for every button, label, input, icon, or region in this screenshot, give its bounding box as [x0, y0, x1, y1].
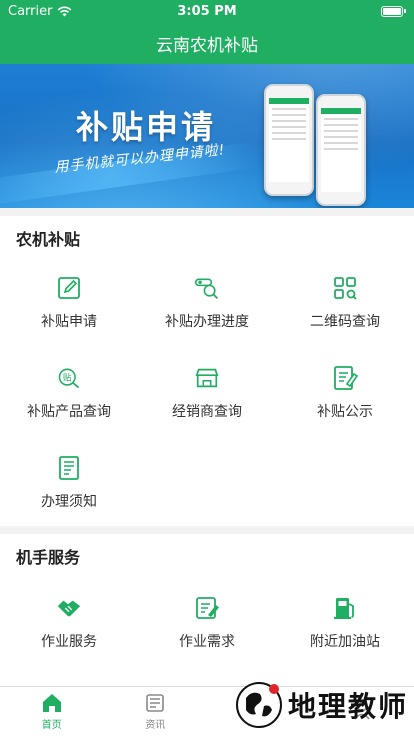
carrier-indicator: Carrier: [8, 4, 72, 19]
qr-code-icon: [332, 275, 358, 301]
edit-icon: [56, 275, 82, 301]
item-label: 补贴产品查询: [27, 404, 111, 420]
item-label: 作业服务: [41, 634, 97, 650]
notice-icon: [332, 365, 358, 391]
banner[interactable]: 补贴申请 用手机就可以办理申请啦!: [0, 64, 414, 208]
gas-station-icon: [332, 595, 358, 621]
carrier-label: Carrier: [8, 3, 53, 19]
home-icon: [42, 693, 61, 712]
qr-query-button[interactable]: 二维码查询: [276, 258, 414, 348]
work-service-button[interactable]: 作业服务: [0, 578, 138, 668]
subsidy-search-icon: 贴: [56, 365, 82, 391]
item-label: 经销商查询: [172, 404, 242, 420]
section-title: 农机补贴: [16, 230, 81, 249]
battery-icon: [381, 5, 406, 17]
work-demand-button[interactable]: 作业需求: [138, 578, 276, 668]
dealer-query-button[interactable]: 经销商查询: [138, 348, 276, 438]
operator-services-grid: 作业服务 作业需求 附近加油站: [0, 578, 414, 668]
tab-label: 首页: [41, 719, 62, 731]
app-screen: Carrier 3:05 PM 云南农机补贴 补贴申请 用手机就可以办理申请啦!: [0, 0, 414, 736]
section-title: 机手服务: [16, 548, 81, 567]
farm-subsidy-grid: 补贴申请 补贴办理进度 二维码查询 贴 补贴产品查询 经销商查询 补贴公示 办理…: [0, 258, 414, 528]
phone-illustration: [316, 94, 366, 206]
item-label: 附近加油站: [310, 634, 380, 650]
store-icon: [194, 365, 220, 391]
wifi-icon: [58, 6, 72, 16]
svg-text:贴: 贴: [63, 372, 72, 384]
tab-home[interactable]: 首页: [0, 687, 104, 736]
progress-search-icon: [194, 275, 220, 301]
nav-bar: 云南农机补贴: [0, 22, 414, 64]
item-label: 二维码查询: [310, 314, 380, 330]
watermark: 地理教师: [234, 680, 408, 730]
globe-logo-icon: [235, 682, 282, 728]
gas-station-button[interactable]: 附近加油站: [276, 578, 414, 668]
subsidy-notice-button[interactable]: 补贴公示: [276, 348, 414, 438]
tab-label: 资讯: [145, 719, 166, 731]
item-label: 补贴办理进度: [165, 314, 249, 330]
tab-news[interactable]: 资讯: [104, 687, 208, 736]
phone-illustration: [264, 84, 314, 196]
page-title: 云南农机补贴: [156, 35, 258, 56]
demand-icon: [194, 595, 220, 621]
watermark-text: 地理教师: [287, 690, 408, 723]
handshake-icon: [56, 595, 82, 621]
status-bar: Carrier 3:05 PM: [0, 0, 414, 22]
farm-subsidy-section: 农机补贴 补贴申请 补贴办理进度 二维码查询 贴 补贴产品查询 经销商查询 补贴…: [0, 216, 414, 526]
news-icon: [146, 693, 165, 712]
subsidy-progress-button[interactable]: 补贴办理进度: [138, 258, 276, 348]
guide-icon: [56, 455, 82, 481]
subsidy-product-query-button[interactable]: 贴 补贴产品查询: [0, 348, 138, 438]
item-label: 作业需求: [179, 634, 235, 650]
item-label: 办理须知: [41, 494, 97, 510]
guide-button[interactable]: 办理须知: [0, 438, 138, 528]
item-label: 补贴公示: [317, 404, 373, 420]
subsidy-apply-button[interactable]: 补贴申请: [0, 258, 138, 348]
item-label: 补贴申请: [41, 314, 97, 330]
